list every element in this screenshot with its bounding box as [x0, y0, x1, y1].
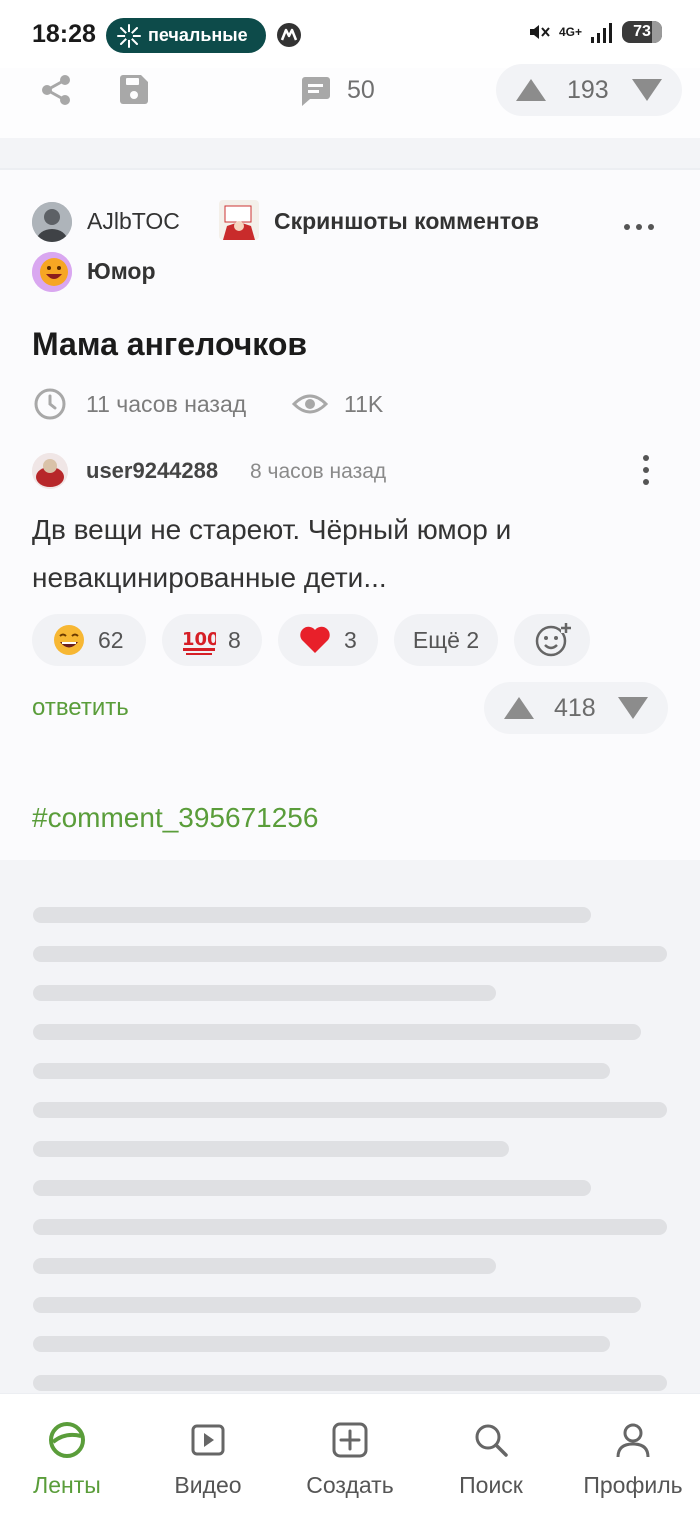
nav-feeds[interactable]: Ленты: [0, 1394, 137, 1517]
skeleton-line: [33, 1024, 641, 1040]
tag-avatar[interactable]: [32, 252, 72, 292]
nav-label: Создать: [306, 1472, 394, 1498]
laughing-emoji-icon: [32, 252, 72, 292]
comment-vote-pill: 418: [484, 682, 668, 734]
post-views: 11K: [344, 391, 384, 417]
skeleton-line: [33, 1336, 610, 1352]
more-reactions-label: Ещё 2: [412, 626, 480, 653]
reaction-heart[interactable]: 3: [278, 614, 378, 666]
share-icon: [42, 75, 70, 105]
grinning-sweat-emoji-icon: [54, 625, 84, 655]
clock-icon: [34, 388, 66, 420]
red-heart-emoji-icon: [300, 626, 330, 653]
skeleton-line: [33, 1219, 667, 1235]
commenter-avatar-image: [32, 453, 68, 489]
post-time: 11 часов назад: [86, 391, 247, 417]
reaction-hundred[interactable]: 100 8: [162, 614, 262, 666]
sparkle-icon: [117, 24, 141, 48]
nav-video[interactable]: Видео: [138, 1394, 278, 1517]
video-icon: [191, 1424, 225, 1456]
save-button[interactable]: [114, 70, 154, 110]
comment-icon: [302, 77, 330, 106]
nav-profile[interactable]: Профиль: [563, 1394, 700, 1517]
add-emoji-icon: [535, 623, 571, 657]
comment-hashtag-link[interactable]: #comment_395671256: [32, 802, 318, 834]
nav-create[interactable]: Создать: [280, 1394, 420, 1517]
eye-icon: [292, 394, 328, 414]
add-reaction-button[interactable]: [514, 614, 590, 666]
upvote-icon[interactable]: [502, 695, 536, 721]
svg-text:100: 100: [182, 629, 216, 650]
commenter-avatar[interactable]: [32, 453, 68, 489]
reaction-count: 62: [98, 626, 124, 653]
prev-rating: 193: [567, 76, 609, 104]
prev-vote-pill: 193: [496, 64, 682, 116]
hundred-points-emoji-icon: 100: [182, 629, 216, 655]
battery-level: 73: [633, 23, 651, 40]
downvote-icon[interactable]: [616, 695, 650, 721]
signal-icon: [591, 23, 612, 43]
skeleton-line: [33, 1141, 509, 1157]
skeleton-line: [33, 1297, 641, 1313]
status-bar: 18:28 печальные 4G+ 73: [0, 0, 700, 68]
commenter-name[interactable]: user9244288: [86, 458, 218, 484]
author-name[interactable]: AJlbTOC: [87, 208, 180, 235]
nav-label: Видео: [174, 1472, 242, 1498]
skeleton-line: [33, 907, 591, 923]
reaction-count: 3: [344, 626, 357, 653]
loading-skeleton: [0, 860, 700, 1393]
downvote-icon[interactable]: [630, 77, 664, 103]
save-icon: [120, 75, 148, 104]
tag-community-name[interactable]: Юмор: [87, 258, 156, 285]
skeleton-line: [33, 1180, 591, 1196]
share-button[interactable]: [36, 70, 76, 110]
bottom-navigation: Ленты Видео Создать Поиск Профиль: [0, 1393, 700, 1517]
status-indicators: 4G+ 73: [527, 20, 662, 44]
nav-label: Поиск: [459, 1472, 523, 1498]
feeds-icon: [49, 1422, 85, 1458]
profile-icon: [616, 1423, 650, 1458]
post-more-menu[interactable]: [624, 224, 654, 230]
nav-search[interactable]: Поиск: [421, 1394, 561, 1517]
metro-app-icon: [277, 23, 301, 47]
skeleton-line: [33, 1258, 496, 1274]
comment-time: 8 часов назад: [250, 460, 387, 483]
skeleton-line: [33, 985, 496, 1001]
comments-count: 50: [347, 76, 375, 104]
previous-post-actions: 50 193: [0, 64, 700, 138]
notification-pill[interactable]: печальные: [106, 18, 266, 53]
reaction-count: 8: [228, 626, 241, 653]
skeleton-line: [33, 1063, 610, 1079]
create-icon: [332, 1422, 368, 1458]
community-name[interactable]: Скриншоты комментов: [274, 208, 539, 235]
comment-rating: 418: [554, 694, 596, 722]
network-label: 4G+: [558, 25, 582, 39]
more-reactions-button[interactable]: Ещё 2: [394, 614, 498, 666]
community-avatar[interactable]: [219, 200, 259, 240]
upvote-icon[interactable]: [514, 77, 548, 103]
post-card: AJlbTOC Скриншоты комментов Юмор Мама ан…: [0, 168, 700, 860]
author-avatar[interactable]: [32, 202, 72, 242]
comment-more-menu[interactable]: [642, 455, 650, 485]
post-title[interactable]: Мама ангелочков: [32, 326, 307, 363]
comments-button[interactable]: [296, 72, 336, 112]
community-logo-icon: [219, 200, 259, 240]
notification-text: печальные: [148, 25, 248, 45]
skeleton-line: [33, 1375, 667, 1391]
skeleton-line: [33, 946, 667, 962]
skeleton-line: [33, 1102, 667, 1118]
author-avatar-image: [32, 202, 72, 242]
nav-label: Профиль: [583, 1472, 683, 1498]
reaction-grinning-sweat[interactable]: 62: [32, 614, 146, 666]
comment-text: Дв вещи не стареют. Чёрный юмор и невакц…: [32, 514, 512, 593]
status-time: 18:28: [32, 20, 96, 48]
reply-link[interactable]: ответить: [32, 694, 129, 722]
search-icon: [475, 1424, 508, 1457]
mute-icon: [529, 25, 550, 39]
battery-indicator: 73: [622, 21, 662, 43]
nav-label: Ленты: [33, 1472, 101, 1498]
